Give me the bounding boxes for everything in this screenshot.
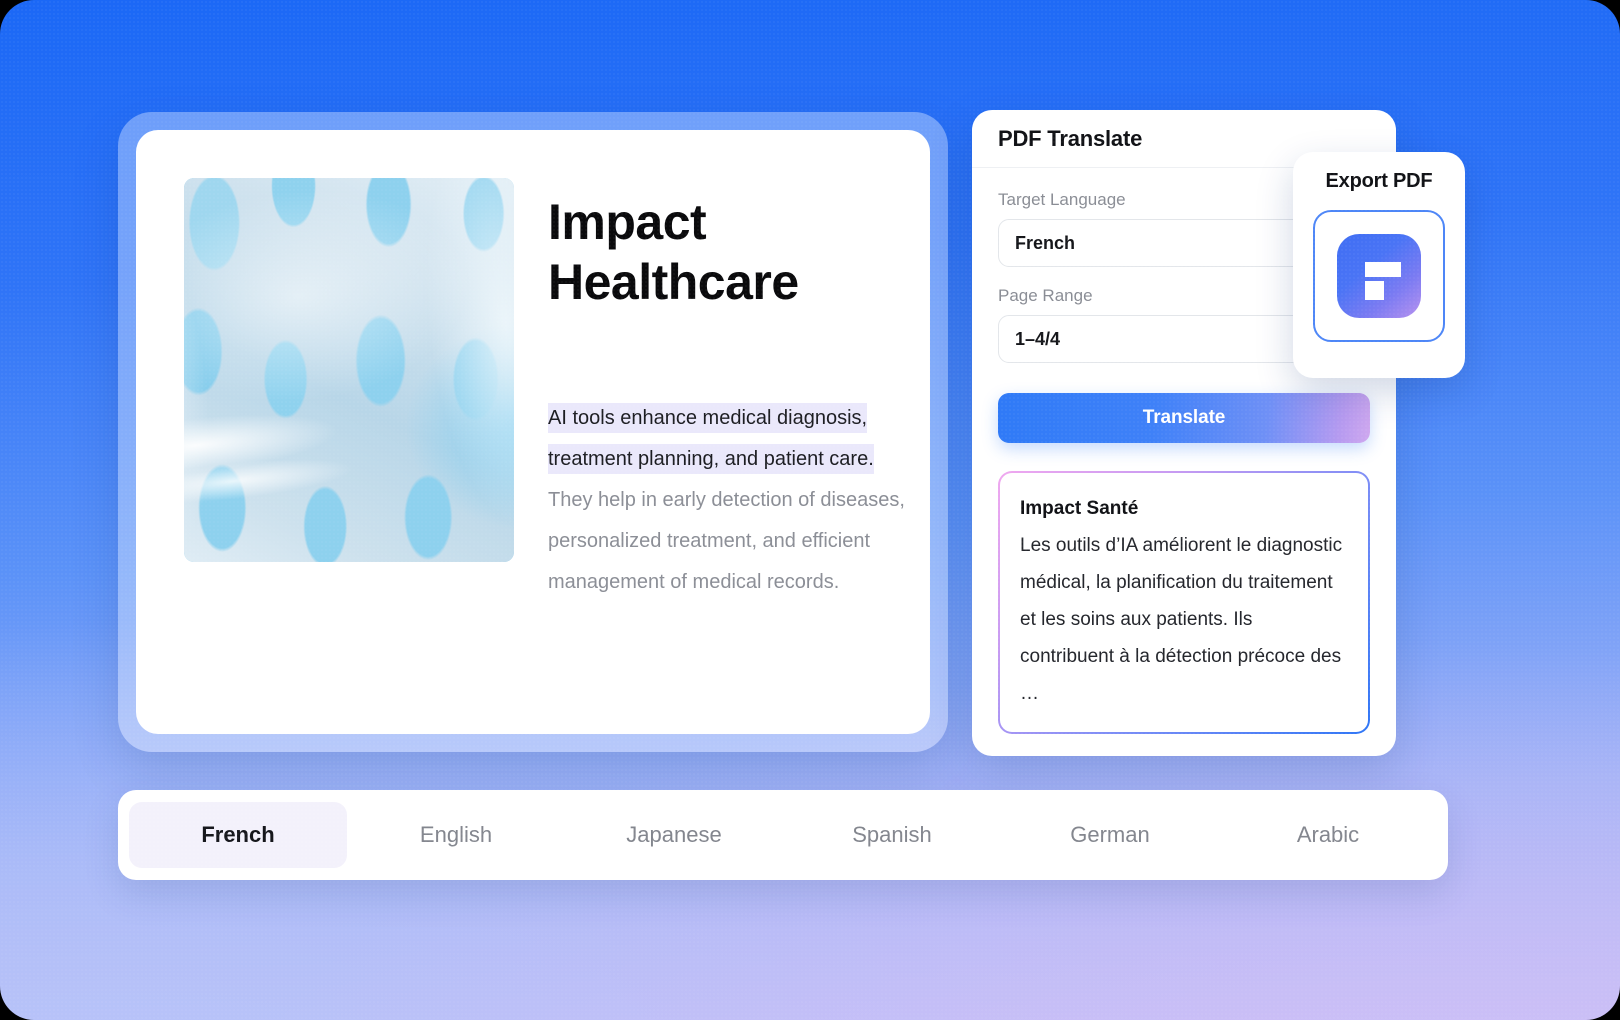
pdf-icon-bar (1365, 262, 1401, 277)
pdf-file-icon (1337, 234, 1421, 318)
document-image (184, 178, 514, 562)
document-body-rest: They help in early detection of diseases… (548, 489, 905, 593)
panel-title: PDF Translate (998, 125, 1143, 151)
tab-german[interactable]: German (1001, 802, 1219, 868)
translation-result-title: Impact Santé (1020, 498, 1139, 519)
target-language-value: French (1015, 232, 1076, 253)
pdf-icon-square (1365, 281, 1384, 300)
translation-result-inner: Impact Santé Les outils d’IA améliorent … (1000, 473, 1368, 732)
language-tab-bar: French English Japanese Spanish German A… (118, 790, 1448, 880)
document-body: AI tools enhance medical diagnosis, trea… (548, 398, 920, 603)
document-image-highlights (184, 178, 514, 562)
tab-japanese[interactable]: Japanese (565, 802, 783, 868)
page-range-value: 1–4/4 (1015, 328, 1061, 349)
document-preview-frame: Impact Healthcare AI tools enhance medic… (118, 112, 948, 752)
app-background: Impact Healthcare AI tools enhance medic… (0, 0, 1620, 1020)
tab-english[interactable]: English (347, 802, 565, 868)
translate-button[interactable]: Translate (998, 393, 1370, 443)
export-pdf-card[interactable]: Export PDF (1293, 152, 1465, 378)
document-title: Impact Healthcare (548, 194, 799, 310)
export-pdf-title: Export PDF (1325, 170, 1433, 192)
document-page: Impact Healthcare AI tools enhance medic… (136, 130, 930, 734)
document-body-highlighted[interactable]: AI tools enhance medical diagnosis, trea… (548, 403, 874, 474)
translation-result-text: Les outils d’IA améliorent le diagnostic… (1020, 535, 1343, 704)
tab-french[interactable]: French (129, 802, 347, 868)
tab-spanish[interactable]: Spanish (783, 802, 1001, 868)
export-pdf-tile[interactable] (1313, 210, 1445, 342)
tab-arabic[interactable]: Arabic (1219, 802, 1437, 868)
translation-result-box: Impact Santé Les outils d’IA améliorent … (998, 471, 1370, 734)
